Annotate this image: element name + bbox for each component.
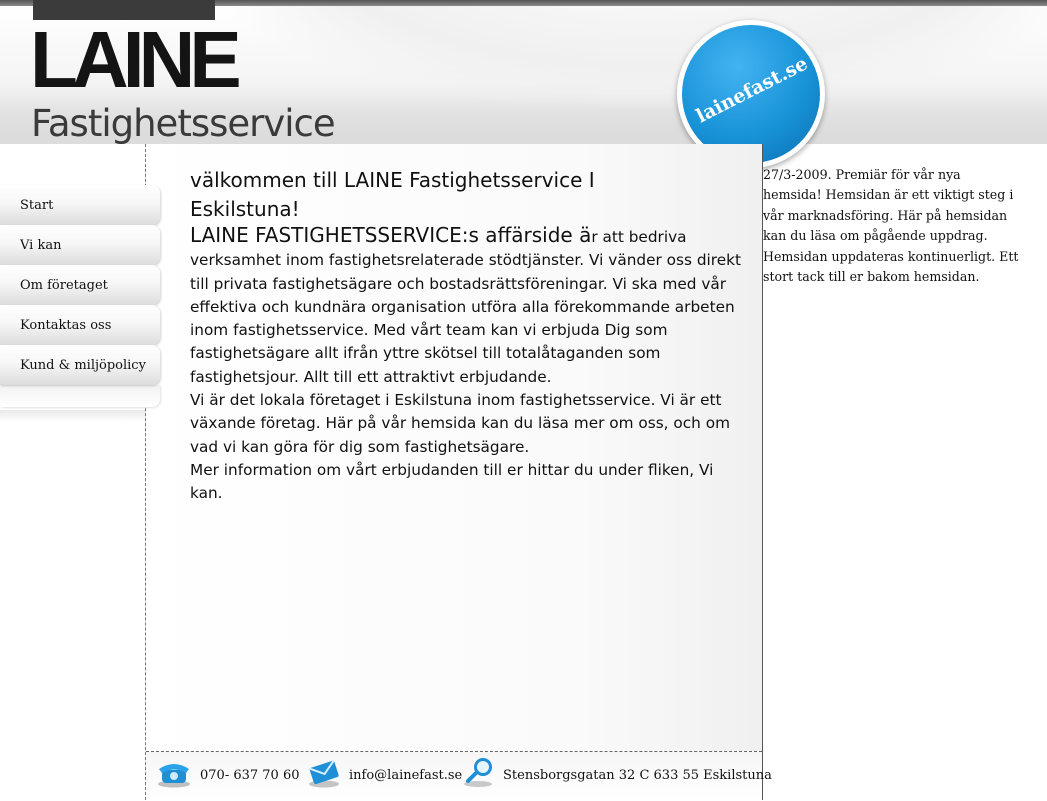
main-column: välkommen till LAINE Fastighetsservice I… — [145, 144, 772, 801]
street-address: Stensborgsgatan 32 C 633 55 Eskilstuna — [503, 768, 772, 783]
main-nav: Start Vi kan Om företaget Kontaktas oss … — [0, 185, 160, 407]
more-info-paragraph: Mer information om vårt erbjudanden till… — [190, 460, 714, 503]
nav-label-kund-miljopolicy: Kund & miljöpolicy — [20, 358, 146, 373]
nav-item-vi-kan[interactable]: Vi kan — [0, 225, 160, 265]
nav-label-kontaktas-oss: Kontaktas oss — [20, 318, 112, 333]
magnifier-icon — [464, 758, 492, 787]
contact-footer: 070- 637 70 60 info@lainefast.se Stensbo… — [146, 751, 772, 801]
nav-shadow — [0, 410, 145, 422]
phone-number[interactable]: 070- 637 70 60 — [200, 768, 300, 783]
badge-circle: lainefast.se — [682, 25, 820, 163]
envelope-icon — [308, 759, 339, 788]
header-swoosh — [200, 6, 1047, 106]
nav-label-vi-kan: Vi kan — [20, 238, 62, 253]
nav-item-kontaktas-oss[interactable]: Kontaktas oss — [0, 305, 160, 345]
welcome-line-1: välkommen till LAINE Fastighetsservice I — [190, 168, 595, 192]
logo-subtitle: Fastighetsservice — [31, 102, 336, 144]
nav-item-start[interactable]: Start — [0, 185, 160, 225]
local-paragraph: Vi är det lokala företaget i Eskilstuna … — [190, 391, 730, 456]
nav-item-om-foretaget[interactable]: Om företaget — [0, 265, 160, 305]
badge-text: lainefast.se — [692, 52, 812, 128]
nav-item-kund-miljopolicy[interactable]: Kund & miljöpolicy — [0, 345, 160, 385]
nav-label-start: Start — [20, 198, 54, 213]
business-paragraph: LAINE FASTIGHETSSERVICE:s affärside är a… — [190, 223, 742, 389]
business-lead: LAINE FASTIGHETSSERVICE:s affärside ä — [190, 223, 592, 247]
welcome-heading: välkommen till LAINE Fastighetsservice I… — [190, 166, 742, 224]
email-address[interactable]: info@lainefast.se — [349, 768, 462, 783]
logo-main: LAINE — [30, 15, 242, 104]
header: LAINE Fastighetsservice — [0, 6, 1047, 144]
logo-top-bar — [33, 0, 215, 20]
news-text: 27/3-2009. Premiär för vår nya hemsida! … — [763, 167, 1019, 285]
welcome-line-2: Eskilstuna! — [190, 197, 300, 221]
nav-bottom-cap — [0, 385, 160, 407]
phone-icon — [158, 764, 190, 788]
business-body: r att bedriva verksamhet inom fastighets… — [190, 228, 742, 386]
nav-label-om-foretaget: Om företaget — [20, 278, 108, 293]
main-content: välkommen till LAINE Fastighetsservice I… — [190, 166, 742, 506]
